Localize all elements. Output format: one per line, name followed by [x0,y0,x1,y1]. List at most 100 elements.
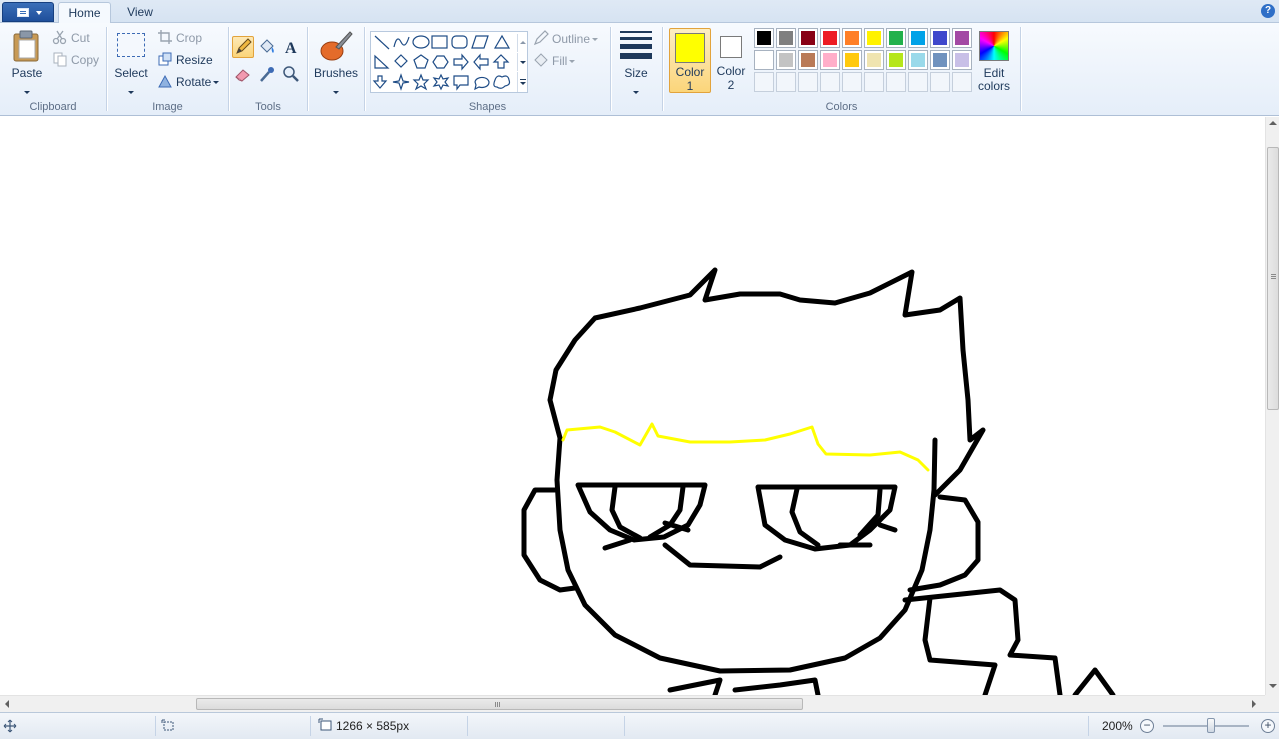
paint-bucket-icon [260,39,274,53]
tab-view[interactable]: View [114,2,166,24]
vertical-scrollbar[interactable] [1265,117,1279,695]
drawing-canvas[interactable] [0,117,1265,695]
paste-dropdown-icon [24,85,30,99]
size-dropdown-icon [633,85,639,99]
size-label: Size [624,66,648,80]
copy-button[interactable]: Copy [52,50,99,70]
select-button[interactable]: Select [113,27,149,94]
colors-group: Colors [663,23,1020,116]
fill-bucket-icon [534,53,548,67]
eyedropper-icon [260,67,274,82]
status-bar: 1266 × 585px 200% − + [0,712,1279,739]
select-dropdown-icon [128,85,134,99]
rotate-dropdown-icon [213,81,220,84]
pencil-tool[interactable] [232,36,254,58]
fill-tool[interactable] [256,36,278,58]
copy-label: Copy [71,53,100,67]
group-divider [307,27,308,111]
scroll-down-arrow-icon[interactable] [1269,684,1277,688]
status-divider [467,716,468,736]
shapes-scroll-down-icon[interactable] [517,53,527,71]
image-group-label: Image [152,101,183,113]
paste-button[interactable]: Paste [6,27,48,94]
tab-home[interactable]: Home [58,2,111,24]
status-divider [155,716,156,736]
text-icon: A [285,40,297,57]
cut-label: Cut [71,31,90,45]
status-divider [624,716,625,736]
outline-pen-icon [533,30,549,46]
copy-icon [53,52,67,67]
clipboard-group: Paste Cut Copy Clipboard [0,23,106,116]
fill-label: Fill [552,54,568,68]
document-icon [17,8,29,17]
crop-button[interactable]: Crop [157,28,202,48]
paste-label: Paste [11,66,43,80]
size-button[interactable]: Size [614,27,658,94]
status-divider [310,716,311,736]
outline-label: Outline [552,32,591,46]
scroll-up-arrow-icon[interactable] [1269,121,1277,125]
crop-label: Crop [176,31,203,45]
brushes-label: Brushes [313,66,359,80]
eraser-tool[interactable] [232,63,254,85]
rotate-button[interactable]: Rotate [157,72,220,92]
magnifier-tool[interactable] [280,63,302,85]
outline-dropdown-icon [592,38,599,41]
scissors-icon [52,30,67,45]
group-divider [610,27,611,111]
cut-button[interactable]: Cut [52,28,90,48]
cursor-position-icon [3,719,17,733]
shapes-scroll-up-icon[interactable] [517,34,527,52]
scroll-left-arrow-icon[interactable] [5,700,9,708]
paste-icon [13,30,39,62]
ribbon: Paste Cut Copy Clipboard Select Crop Res… [0,23,1279,116]
brushes-dropdown-icon [333,85,339,99]
shapes-more-icon[interactable] [517,72,527,92]
select-label: Select [114,66,148,80]
zoom-slider-track[interactable] [1163,725,1249,727]
selection-size-icon [161,719,174,731]
help-icon[interactable]: ? [1261,4,1275,18]
rotate-label: Rotate [176,75,212,89]
resize-icon [158,52,172,66]
drawing [521,267,1116,695]
select-rectangle-icon [117,33,145,57]
rotate-icon [158,74,172,88]
brush-icon [320,31,353,61]
shapes-group-label: Shapes [468,101,507,113]
scroll-corner [1265,695,1279,712]
clipboard-group-label: Clipboard [29,101,77,113]
line-size-icon [620,31,652,59]
resize-label: Resize [176,53,213,67]
horizontal-scroll-thumb[interactable] [196,698,803,710]
tools-group: A Tools [229,23,307,116]
resize-button[interactable]: Resize [157,50,213,70]
vertical-scroll-thumb[interactable] [1267,147,1279,410]
image-group: Select Crop Resize Rotate Image [107,23,228,116]
dropdown-arrow-icon [36,11,42,15]
colors-group-label: Colors [825,101,858,113]
magnifier-icon [283,66,299,82]
eraser-icon [235,69,250,82]
zoom-in-icon[interactable]: + [1261,719,1275,733]
group-divider [1020,27,1021,111]
canvas-size-icon [318,718,332,731]
canvas-dimensions: 1266 × 585px [336,719,410,733]
horizontal-scrollbar[interactable] [0,695,1265,712]
status-divider [1088,716,1089,736]
zoom-level: 200% [1102,719,1133,733]
zoom-out-icon[interactable]: − [1140,719,1154,733]
brushes-button[interactable]: Brushes [312,27,360,94]
color-picker-tool[interactable] [256,63,278,85]
svg-text:A: A [285,40,297,57]
pencil-icon [236,38,252,54]
fill-dropdown-icon [569,60,576,63]
scroll-right-arrow-icon[interactable] [1252,700,1256,708]
fill-button[interactable]: Fill [533,51,576,71]
paint-menu-button[interactable] [2,2,54,22]
zoom-slider-thumb[interactable] [1207,718,1215,733]
crop-icon [158,30,172,44]
text-tool[interactable]: A [280,36,302,58]
outline-button[interactable]: Outline [533,29,599,49]
